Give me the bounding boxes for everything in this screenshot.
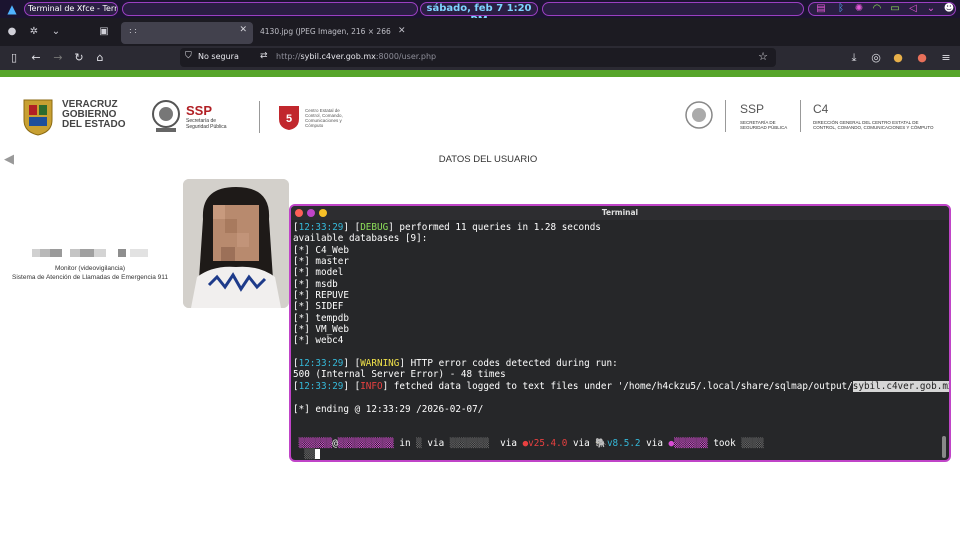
chevron-down-icon[interactable]: ⌄ <box>924 2 938 16</box>
download-icon[interactable]: ⤓ <box>846 50 862 66</box>
notes-icon[interactable]: ▤ <box>814 2 828 16</box>
ssp-emblem-icon <box>150 98 182 134</box>
terminal-line: [*] model <box>293 267 344 279</box>
ssp-logo-subtitle: Secretaría de Seguridad Pública <box>186 118 227 130</box>
permissions-icon[interactable]: ⇄ <box>260 51 268 61</box>
close-icon[interactable]: ✕ <box>239 25 247 35</box>
user-role: Monitor (videovigilancia) Sistema de Ate… <box>12 265 168 281</box>
volume-icon[interactable]: ◁ <box>906 2 920 16</box>
terminal-line: [*] VM_Web <box>293 324 349 336</box>
active-window-title[interactable]: Terminal de Xfce - Terminal <box>24 2 118 16</box>
prompt-duration-redacted: ▒▒▒▒ <box>741 437 764 449</box>
terminal-input-line[interactable]: ▒▒ <box>293 449 937 460</box>
taskbar-empty-slot-right <box>542 2 804 16</box>
user-name-redacted <box>30 243 150 257</box>
tab-active[interactable]: : : ✕ <box>121 22 253 44</box>
c5-logo-icon: 5 <box>276 103 302 131</box>
extensions-icon[interactable]: ✲ <box>26 24 42 40</box>
user-avatar-icon[interactable]: ☻ <box>942 2 956 16</box>
user-photo <box>183 179 289 308</box>
forward-arrow-icon[interactable]: → <box>50 50 66 66</box>
bookmark-star-icon[interactable]: ☆ <box>758 50 768 63</box>
tool-icon-redacted: ●▒▒▒▒▒▒ <box>668 437 708 449</box>
shield-icon[interactable]: ⛉ <box>185 51 192 61</box>
back-arrow-icon[interactable]: ◀ <box>4 152 14 167</box>
terminal-line: [*] ending @ 12:33:29 /2026-02-07/ <box>293 403 484 415</box>
extension-cookie-icon[interactable]: ● <box>890 50 906 66</box>
terminal-line: [12:33:29] [WARNING] HTTP error codes de… <box>293 358 618 370</box>
panel-clock[interactable]: sábado, feb 7 1:20 PM <box>420 2 538 26</box>
reload-icon[interactable]: ↻ <box>71 50 87 66</box>
terminal-line: [*] tempdb <box>293 312 349 324</box>
network-icon[interactable]: ◠ <box>870 2 884 16</box>
terminal-blank <box>293 426 937 437</box>
home-icon[interactable]: ⌂ <box>92 50 108 66</box>
back-arrow-icon[interactable]: ← <box>28 50 44 66</box>
terminal-blank <box>293 392 937 403</box>
terminal-line: available databases [9]: <box>293 233 428 245</box>
c5-logo-text: Centro Estatal de Control, Comando, Comu… <box>305 108 343 128</box>
terminal-line: [*] REPUVE <box>293 290 349 302</box>
veracruz-logo-text: VERACRUZ GOBIERNO DEL ESTADO <box>62 99 126 130</box>
logo-divider <box>725 100 726 132</box>
arch-logo-icon[interactable]: ▲ <box>4 1 20 17</box>
menu-icon[interactable]: ≡ <box>938 50 954 66</box>
terminal-scrollbar[interactable] <box>942 436 946 458</box>
terminal-cursor <box>315 449 321 460</box>
url-text[interactable]: http://sybil.c4ver.gob.mx:8000/user.php <box>276 52 436 61</box>
tab-image[interactable]: 4130.jpg (JPEG Imagen, 216 × 266 píxeles… <box>260 27 392 36</box>
php-icon: 🐘 <box>595 437 607 449</box>
c4-logo-text: C4 <box>813 102 829 116</box>
terminal-line: [*] master <box>293 256 349 268</box>
extension-icon[interactable]: ● <box>914 50 930 66</box>
system-tray-icons: ▤ ᛒ ✺ ◠ ▭ ◁ ⌄ ☻ <box>810 0 960 18</box>
terminal-line: [*] C4_Web <box>293 244 349 256</box>
terminal-line: [*] webc4 <box>293 335 344 347</box>
c4-logo-subtitle: DIRECCIÓN GENERAL DEL CENTRO ESTATAL DE … <box>813 120 934 130</box>
prompt-host-redacted: ▒▒▒▒▒▒▒▒▒▒ <box>337 437 394 449</box>
terminal-line: [*] SIDEF <box>293 301 344 313</box>
logo-divider <box>259 101 260 133</box>
prompt-user-redacted: ▒▒▒▒▒▒ <box>293 437 333 449</box>
prompt-lang-redacted: ▒▒▒▒▒▒▒ <box>449 437 495 449</box>
terminal-line: [12:33:29] [DEBUG] performed 11 queries … <box>293 222 601 233</box>
desktop-panel: ▲ Terminal de Xfce - Terminal sábado, fe… <box>0 0 960 26</box>
taskbar-empty-slot <box>122 2 418 16</box>
container-icon[interactable]: ▣ <box>96 24 112 40</box>
terminal-window[interactable]: Terminal [12:33:29] [DEBUG] performed 11… <box>289 204 951 462</box>
ssp-right-logo-text: SSP <box>740 102 765 116</box>
firefox-view-icon[interactable]: ● <box>4 24 20 40</box>
terminal-line: 500 (Internal Server Error) - 48 times <box>293 369 506 381</box>
terminal-titlebar[interactable]: Terminal <box>291 206 949 220</box>
svg-text:5: 5 <box>286 113 292 125</box>
veracruz-seal-icon <box>20 96 56 136</box>
bluetooth-icon[interactable]: ᛒ <box>834 2 848 16</box>
account-icon[interactable]: ◎ <box>868 50 884 66</box>
prompt-symbol-redacted: ▒▒ <box>293 448 316 460</box>
mexico-seal-icon <box>684 98 714 132</box>
tab-title: : : <box>129 26 137 35</box>
terminal-prompt: ▒▒▒▒▒▒@▒▒▒▒▒▒▒▒▒▒ in ▒ via ▒▒▒▒▒▒▒ via ●… <box>293 437 764 449</box>
page-title: DATOS DEL USUARIO <box>438 154 538 165</box>
ssp-logo-text: SSP <box>186 103 213 118</box>
terminal-output[interactable]: [12:33:29] [DEBUG] performed 11 queries … <box>293 222 949 460</box>
ssp-right-subtitle: SECRETARÍA DE SEGURIDAD PÚBLICA <box>740 120 788 130</box>
terminal-line: [12:33:29] [INFO] fetched data logged to… <box>293 380 949 392</box>
close-icon[interactable]: ✕ <box>398 26 406 36</box>
list-tabs-icon[interactable]: ⌄ <box>48 24 64 40</box>
battery-icon[interactable]: ▭ <box>888 2 902 16</box>
security-label[interactable]: No segura <box>198 52 239 61</box>
sidebar-icon[interactable]: ▯ <box>6 50 22 66</box>
brightness-icon[interactable]: ✺ <box>852 2 866 16</box>
url-bar[interactable]: ⛉ No segura ⇄ http://sybil.c4ver.gob.mx:… <box>180 48 776 67</box>
terminal-blank <box>293 347 937 358</box>
page-top-bar <box>0 70 960 77</box>
terminal-blank <box>293 415 937 426</box>
terminal-line: [*] msdb <box>293 278 338 290</box>
logo-divider <box>800 100 801 132</box>
terminal-title: Terminal <box>601 208 639 217</box>
